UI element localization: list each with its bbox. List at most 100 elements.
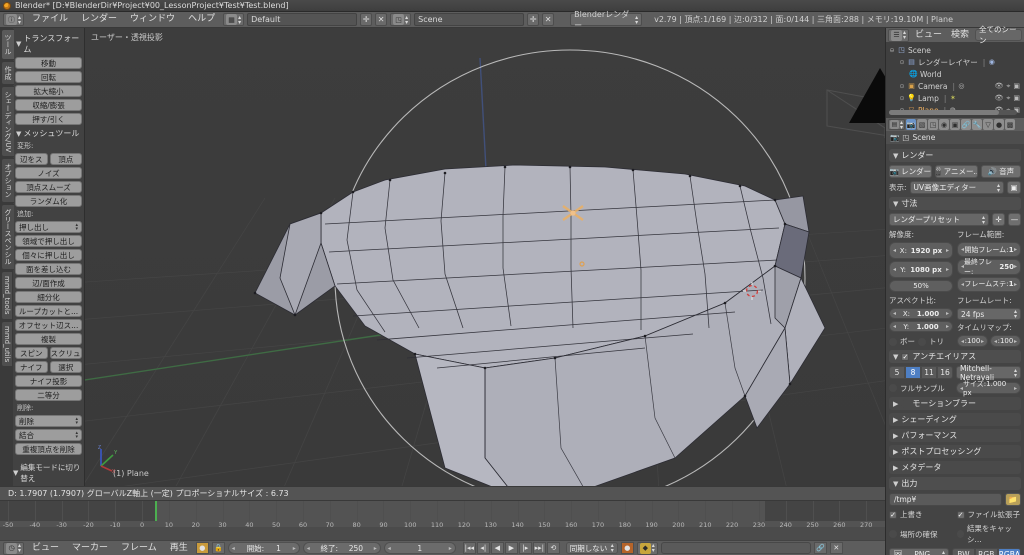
- frame-start-field[interactable]: ◂ 開始フレーム: 1 ▸: [957, 242, 1021, 258]
- tool-delete-spin[interactable]: 削除 ▴ ▾: [15, 415, 82, 427]
- tool-duplicate[interactable]: 複製: [15, 333, 82, 345]
- color-mode-bw[interactable]: BW: [952, 548, 975, 555]
- outliner-menu-view[interactable]: ビュー: [912, 29, 945, 42]
- tab-mmd-tools[interactable]: mmd_tools: [1, 271, 12, 320]
- restrict-render-icon[interactable]: ▣: [1013, 82, 1020, 91]
- keying-set-field[interactable]: [660, 542, 811, 554]
- section-motionblur-header[interactable]: ▶ モーションブラー: [889, 397, 1021, 410]
- tab-render-layers[interactable]: ▧: [917, 119, 928, 130]
- color-mode-rgba[interactable]: RGBA: [997, 548, 1021, 555]
- menu-render[interactable]: レンダー: [76, 13, 122, 26]
- loop-button[interactable]: ⟲: [546, 542, 560, 554]
- jump-end-button[interactable]: ▸▸|: [532, 542, 546, 554]
- border-checkbox[interactable]: [889, 337, 897, 346]
- render-image-button[interactable]: 📷 レンダー: [889, 165, 932, 178]
- tool-translate[interactable]: 移動: [15, 57, 82, 69]
- section-shading-header[interactable]: ▶ シェーディング: [889, 413, 1021, 426]
- aa-sample-5[interactable]: 5: [889, 366, 905, 379]
- aspect-x-field[interactable]: ◂ X: 1.000 ▸: [889, 308, 953, 319]
- section-output-header[interactable]: ▼ 出力: [889, 477, 1021, 490]
- end-frame-field[interactable]: ◂ 終了: 250 ▸: [302, 542, 381, 554]
- tab-world[interactable]: ◉: [939, 119, 950, 130]
- tool-knife[interactable]: ナイフ: [15, 361, 48, 373]
- tool-inset-faces[interactable]: 面を差し込む: [15, 263, 82, 275]
- frame-step-field[interactable]: ◂ フレームステ: 1 ▸: [957, 276, 1021, 292]
- play-reverse-button[interactable]: ◀: [490, 542, 504, 554]
- add-preset-button[interactable]: ✛: [992, 213, 1005, 226]
- display-mode-selector[interactable]: UV画像エディター ▴ ▾: [909, 181, 1004, 194]
- play-button[interactable]: ▶: [504, 542, 518, 554]
- timeremap-new-field[interactable]: ◂ :100 ▸: [990, 335, 1021, 347]
- tab-object-data[interactable]: ▽: [983, 119, 994, 130]
- render-engine-selector[interactable]: Blenderレンダー ▴ ▾: [570, 10, 643, 30]
- timeline-menu-playback[interactable]: 再生: [165, 542, 193, 555]
- tool-extrude-individual[interactable]: 個々に押し出し: [15, 249, 82, 261]
- start-frame-field[interactable]: ◂ 開始: 1 ▸: [227, 542, 300, 554]
- sync-mode-selector[interactable]: 同期しない ▴ ▾: [565, 542, 618, 554]
- tool-offset-edge-loop[interactable]: オフセット辺ス...: [15, 319, 82, 331]
- current-frame-field[interactable]: ◂ 1 ▸: [383, 542, 456, 554]
- add-scene-button[interactable]: ✛: [527, 13, 540, 26]
- timeline-menu-marker[interactable]: マーカー: [67, 542, 113, 555]
- renderlayer-settings-icon[interactable]: ◉: [987, 58, 996, 67]
- delete-scene-button[interactable]: ✕: [542, 13, 555, 26]
- framerate-selector[interactable]: 24 fps ▴ ▾: [957, 308, 1021, 320]
- tool-spin[interactable]: スピン: [15, 347, 48, 359]
- tool-make-edge-face[interactable]: 辺/面作成: [15, 277, 82, 289]
- editor-type-selector[interactable]: ⓘ ▴ ▾: [3, 13, 25, 26]
- tool-scale[interactable]: 拡大縮小: [15, 85, 82, 97]
- tool-vertex-slide[interactable]: 頂点: [49, 153, 82, 165]
- outliner-menu-search[interactable]: 検索: [948, 29, 972, 42]
- aa-size-field[interactable]: ◂ サイズ:1.000 px ▸: [956, 380, 1021, 397]
- restrict-select-icon[interactable]: ⌖: [1006, 82, 1010, 91]
- camera-data-icon[interactable]: ◎: [957, 82, 966, 91]
- outliner-display-mode[interactable]: 全てのシーン: [975, 25, 1022, 45]
- tool-shrink-fatten[interactable]: 収縮/膨張: [15, 99, 82, 111]
- expand-toggle-icon[interactable]: ⊙: [899, 83, 905, 90]
- outliner-editor-type-selector[interactable]: ☰ ▴ ▾: [888, 28, 910, 42]
- timeline-playhead[interactable]: [155, 501, 157, 521]
- menu-help[interactable]: ヘルプ: [183, 13, 220, 26]
- resolution-y-field[interactable]: ◂ Y: 1080 px ▸: [889, 261, 953, 278]
- transform-panel-header[interactable]: ▼ トランスフォーム: [16, 33, 82, 55]
- tab-constraints[interactable]: 🔗: [961, 119, 972, 130]
- tool-screw[interactable]: スクリュー: [49, 347, 82, 359]
- menu-file[interactable]: ファイル: [27, 13, 73, 26]
- keying-set-selector[interactable]: ◆ ▴ ▾: [636, 541, 658, 555]
- properties-editor[interactable]: ▤ ▴ ▾ 📷 ▧ ◳ ◉ ▣ 🔗 🔧 ▽ ● ▩ 📷 ◳ Scene ▼ レンダ…: [885, 118, 1024, 555]
- restrict-render-icon[interactable]: ▣: [1013, 94, 1020, 103]
- aa-sample-11[interactable]: 11: [921, 366, 937, 379]
- unlink-icon[interactable]: ✕: [829, 542, 843, 554]
- output-path-field[interactable]: /tmp¥: [889, 493, 1002, 506]
- tool-smooth-vertex[interactable]: 頂点スムーズ: [15, 181, 82, 193]
- tool-knife-project[interactable]: ナイフ投影: [15, 375, 82, 387]
- timeline-menu-frame[interactable]: フレーム: [116, 542, 162, 555]
- outliner-editor[interactable]: ☰ ▴ ▾ ビュー 検索 全てのシーン ⊖ ◳ Scene ⊙ ▤ レンダーレイヤ…: [885, 25, 1024, 118]
- motionblur-checkbox[interactable]: [901, 399, 910, 408]
- tab-object[interactable]: ▣: [950, 119, 961, 130]
- section-antialiasing-header[interactable]: ▼ ✓ アンチエイリアス: [889, 350, 1021, 363]
- restrict-view-icon[interactable]: 👁: [995, 94, 1004, 103]
- frame-end-field[interactable]: ◂ 最終フレー: 250 ▸: [957, 258, 1021, 276]
- tab-mmd-utils[interactable]: mmd_utils: [1, 320, 12, 368]
- extension-checkbox[interactable]: ✓: [956, 510, 965, 519]
- tab-texture[interactable]: ▩: [1005, 119, 1016, 130]
- tool-loop-cut[interactable]: ループカットと...: [15, 305, 82, 317]
- tab-render[interactable]: 📷: [906, 119, 917, 130]
- timeline-editor[interactable]: -50 -40 -30 -20 -10 0 10 20 30 40 50 60 70 80 90 100 110…: [0, 501, 899, 540]
- crop-checkbox[interactable]: [918, 337, 926, 346]
- tool-merge-spin[interactable]: 結合 ▴ ▾: [15, 429, 82, 441]
- section-postprocessing-header[interactable]: ▶ ポストプロセッシング: [889, 445, 1021, 458]
- auto-keying-button[interactable]: ●: [195, 542, 209, 554]
- tool-subdivide[interactable]: 細分化: [15, 291, 82, 303]
- scene-field[interactable]: Scene: [414, 13, 525, 26]
- outliner-scrollbar[interactable]: [889, 110, 1017, 115]
- 3d-viewport[interactable]: ユーザー・透視投影 (1) Plane Z Y X: [85, 28, 885, 486]
- tab-modifiers[interactable]: 🔧: [972, 119, 983, 130]
- outliner-row-camera[interactable]: ⊙ ▣ Camera | ◎ 👁 ⌖ ▣: [889, 80, 1022, 92]
- delete-screen-button[interactable]: ✕: [375, 13, 388, 26]
- screen-layout-icon-group[interactable]: ▦ ▴ ▾: [223, 13, 245, 26]
- timeline-canvas[interactable]: -50 -40 -30 -20 -10 0 10 20 30 40 50 60 70 80 90 100 110…: [0, 501, 899, 529]
- prev-keyframe-button[interactable]: ◂|: [476, 542, 490, 554]
- lock-icon[interactable]: 🔒: [211, 542, 225, 554]
